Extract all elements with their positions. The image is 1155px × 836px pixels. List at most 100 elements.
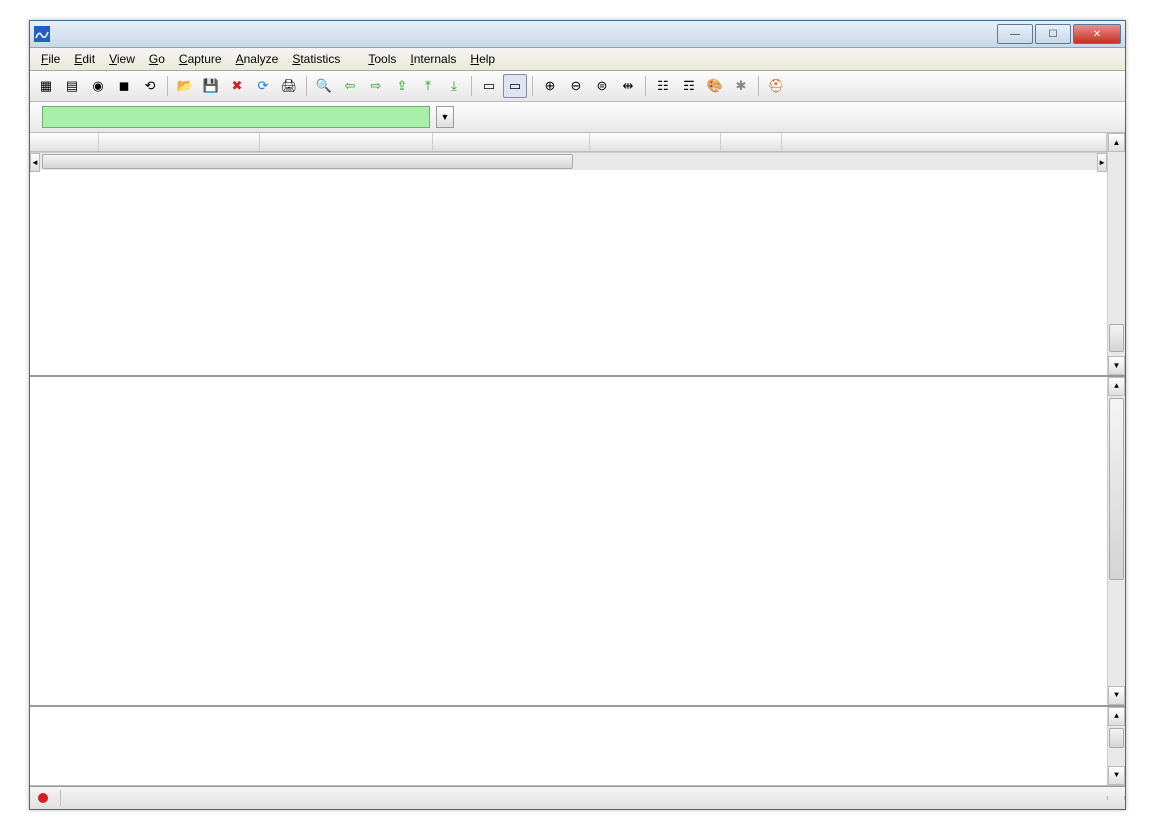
col-info[interactable] (782, 133, 1107, 151)
last-icon[interactable]: ⤓ (442, 74, 466, 98)
col-destination[interactable] (433, 133, 590, 151)
menu-telephony[interactable] (347, 57, 361, 61)
details-v-scrollbar[interactable]: ▲ ▼ (1107, 377, 1125, 705)
figure-container: — ☐ ✕ File Edit View Go Capture Analyze … (0, 0, 1155, 836)
open-icon[interactable]: 📂 (173, 74, 197, 98)
prefs-icon[interactable]: ✱ (729, 74, 753, 98)
col-source[interactable] (260, 133, 433, 151)
menu-statistics[interactable]: Statistics (285, 50, 347, 68)
scroll-up-icon[interactable]: ▲ (1108, 377, 1125, 396)
detail-accept[interactable] (30, 407, 1107, 422)
detail-accept-charset[interactable] (30, 452, 1107, 467)
detail-host[interactable] (30, 377, 1107, 392)
reload-icon[interactable]: ⟳ (251, 74, 275, 98)
menu-tools[interactable]: Tools (361, 50, 403, 68)
capture-filters-icon[interactable]: ☷ (651, 74, 675, 98)
scroll-left-icon[interactable]: ◄ (30, 153, 40, 172)
scroll-down-icon[interactable]: ▼ (1108, 766, 1125, 785)
first-icon[interactable]: ⤒ (416, 74, 440, 98)
toolbar-sep (167, 76, 168, 96)
menu-go[interactable]: Go (142, 50, 172, 68)
coloring-rules-icon[interactable]: 🎨 (703, 74, 727, 98)
detail-full-uri[interactable] (30, 512, 1107, 527)
detail-keep-alive[interactable] (30, 467, 1107, 482)
interfaces-icon[interactable]: ▦ (34, 74, 58, 98)
scroll-up-icon[interactable]: ▲ (1108, 707, 1125, 726)
status-frame (30, 790, 61, 806)
restart-capture-icon[interactable]: ⟲ (138, 74, 162, 98)
resize-cols-icon[interactable]: ⇹ (616, 74, 640, 98)
menu-edit[interactable]: Edit (67, 50, 102, 68)
v-scroll-thumb[interactable] (1109, 324, 1124, 352)
toolbar: ▦ ▤ ◉ ◼ ⟲ 📂 💾 ✖ ⟳ 🖨 🔍 ⇦ ⇨ ⇪ ⤒ ⤓ ▭ ▭ ⊕ ⊖ … (30, 71, 1125, 102)
status-packets (61, 796, 1108, 800)
col-no[interactable] (30, 133, 99, 151)
app-icon (34, 26, 50, 42)
status-profile[interactable] (1108, 796, 1125, 800)
h-scroll-thumb[interactable] (42, 154, 573, 169)
v-scroll-thumb[interactable] (1109, 398, 1124, 580)
forward-icon[interactable]: ⇨ (364, 74, 388, 98)
toolbar-sep (306, 76, 307, 96)
zoom-out-icon[interactable]: ⊖ (564, 74, 588, 98)
titlebar: — ☐ ✕ (30, 21, 1125, 48)
record-dot-icon (38, 793, 48, 803)
v-scrollbar[interactable]: ▲ ▼ (1107, 133, 1125, 375)
detail-crlf[interactable] (30, 497, 1107, 512)
wireshark-window: — ☐ ✕ File Edit View Go Capture Analyze … (29, 20, 1126, 810)
back-icon[interactable]: ⇦ (338, 74, 362, 98)
find-icon[interactable]: 🔍 (312, 74, 336, 98)
minimize-button[interactable]: — (997, 24, 1033, 44)
detail-user-agent[interactable] (30, 392, 1107, 407)
close-button[interactable]: ✕ (1073, 24, 1121, 44)
filter-dropdown-icon[interactable]: ▼ (436, 106, 454, 128)
window-controls: — ☐ ✕ (995, 24, 1121, 44)
scroll-right-icon[interactable]: ► (1097, 153, 1107, 172)
toolbar-sep (471, 76, 472, 96)
toolbar-sep (758, 76, 759, 96)
detail-connection[interactable] (30, 482, 1107, 497)
packet-details-pane: ▲ ▼ (30, 377, 1125, 707)
colorize-icon[interactable]: ▭ (477, 74, 501, 98)
maximize-button[interactable]: ☐ (1035, 24, 1071, 44)
menu-view[interactable]: View (102, 50, 142, 68)
hex-pane: ▲ ▼ (30, 707, 1125, 786)
col-protocol[interactable] (590, 133, 721, 151)
toolbar-sep (645, 76, 646, 96)
close-file-icon[interactable]: ✖ (225, 74, 249, 98)
filter-input[interactable] (42, 106, 430, 128)
stop-capture-icon[interactable]: ◼ (112, 74, 136, 98)
save-icon[interactable]: 💾 (199, 74, 223, 98)
menu-analyze[interactable]: Analyze (229, 50, 286, 68)
help-icon[interactable]: ⛑ (764, 74, 788, 98)
zoom-in-icon[interactable]: ⊕ (538, 74, 562, 98)
autoscroll-icon[interactable]: ▭ (503, 74, 527, 98)
menu-internals[interactable]: Internals (403, 50, 463, 68)
h-scrollbar[interactable]: ◄ ► (30, 152, 1107, 170)
goto-icon[interactable]: ⇪ (390, 74, 414, 98)
detail-accept-encoding[interactable] (30, 437, 1107, 452)
print-icon[interactable]: 🖨 (277, 74, 301, 98)
packet-list-pane: ◄ ► ▲ ▼ (30, 133, 1125, 377)
v-scroll-thumb[interactable] (1109, 728, 1124, 748)
scroll-down-icon[interactable]: ▼ (1108, 356, 1125, 375)
scroll-up-icon[interactable]: ▲ (1108, 133, 1125, 152)
status-bar (30, 786, 1125, 809)
packet-list-header[interactable] (30, 133, 1107, 152)
hex-body[interactable] (30, 707, 1107, 785)
detail-accept-language[interactable] (30, 422, 1107, 437)
options-icon[interactable]: ▤ (60, 74, 84, 98)
menu-capture[interactable]: Capture (172, 50, 229, 68)
hex-v-scrollbar[interactable]: ▲ ▼ (1107, 707, 1125, 785)
menubar: File Edit View Go Capture Analyze Statis… (30, 48, 1125, 71)
scroll-down-icon[interactable]: ▼ (1108, 686, 1125, 705)
menu-file[interactable]: File (34, 50, 67, 68)
filter-bar: ▼ (30, 102, 1125, 133)
zoom-reset-icon[interactable]: ⊜ (590, 74, 614, 98)
start-capture-icon[interactable]: ◉ (86, 74, 110, 98)
menu-help[interactable]: Help (463, 50, 502, 68)
col-time[interactable] (99, 133, 260, 151)
col-length[interactable] (721, 133, 782, 151)
toolbar-sep (532, 76, 533, 96)
display-filters-icon[interactable]: ☶ (677, 74, 701, 98)
